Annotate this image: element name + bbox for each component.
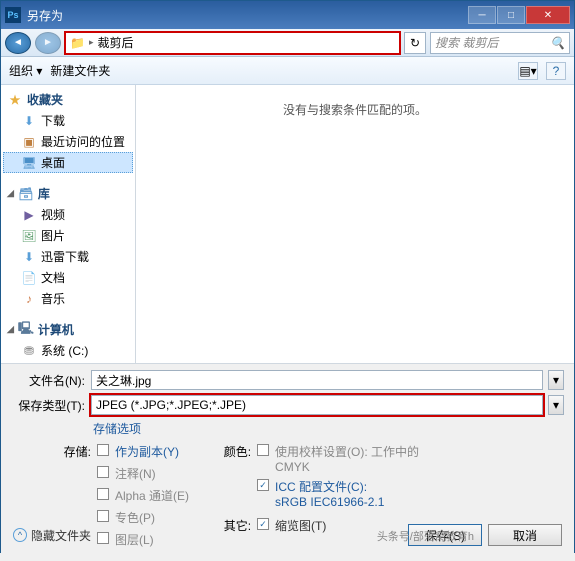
view-button[interactable]: ▤▾: [518, 62, 538, 80]
sidebar-item-music[interactable]: ♪音乐: [3, 288, 133, 309]
forward-button[interactable]: ►: [35, 32, 61, 54]
sidebar-computer-header[interactable]: ◢ 🖳 计算机: [3, 319, 133, 340]
filetype-dropdown-button[interactable]: ▾: [548, 395, 564, 415]
breadcrumb-folder: 裁剪后: [97, 34, 133, 51]
search-icon: 🔍: [550, 36, 565, 50]
toolbar: 组织 ▾ 新建文件夹 ▤▾ ?: [1, 57, 574, 85]
color-section-label: 颜色:: [219, 443, 251, 460]
recent-icon: ▣: [21, 135, 37, 149]
save-as-dialog: Ps 另存为 ─ □ ✕ ◄ ► 📁 ▸ 裁剪后 ↻ 搜索 裁剪后 🔍 组织 ▾…: [0, 0, 575, 553]
footer: ^ 隐藏文件夹 头条号/部落窝教育h 保存(S) 取消: [1, 524, 574, 546]
sidebar-item-recent[interactable]: ▣最近访问的位置: [3, 131, 133, 152]
download-icon: ⬇: [21, 114, 37, 128]
address-bar: ◄ ► 📁 ▸ 裁剪后 ↻ 搜索 裁剪后 🔍: [1, 29, 574, 57]
minimize-button[interactable]: ─: [468, 6, 496, 24]
desktop-icon: 🖥: [21, 156, 37, 170]
sidebar-item-xunlei[interactable]: ⬇迅雷下载: [3, 246, 133, 267]
sidebar-favorites-header[interactable]: ★ 收藏夹: [3, 89, 133, 110]
checkbox-icc[interactable]: ✓: [257, 479, 269, 491]
body: ★ 收藏夹 ⬇下载 ▣最近访问的位置 🖥桌面 ◢ 🗃 库 ▶视频 🖼图片 ⬇迅雷…: [1, 85, 574, 363]
filename-label: 文件名(N):: [11, 372, 85, 389]
chevron-up-icon: ^: [13, 528, 27, 542]
computer-icon: 🖳: [18, 323, 34, 337]
library-icon: 🗃: [18, 187, 34, 201]
download-icon: ⬇: [21, 250, 37, 264]
sidebar-item-videos[interactable]: ▶视频: [3, 204, 133, 225]
music-icon: ♪: [21, 292, 37, 306]
watermark: 头条号/部落窝教育h: [377, 528, 474, 544]
picture-icon: 🖼: [21, 229, 37, 243]
file-list[interactable]: 没有与搜索条件匹配的项。: [136, 85, 574, 363]
cancel-button[interactable]: 取消: [488, 524, 562, 546]
sidebar-item-pictures[interactable]: 🖼图片: [3, 225, 133, 246]
checkbox-proof: [257, 444, 269, 456]
empty-message: 没有与搜索条件匹配的项。: [283, 101, 427, 118]
storage-options-link[interactable]: 存储选项: [11, 420, 564, 437]
star-icon: ★: [7, 93, 23, 107]
sidebar-item-documents[interactable]: 📄文档: [3, 267, 133, 288]
maximize-button[interactable]: □: [497, 6, 525, 24]
filename-history-button[interactable]: ▾: [548, 370, 564, 390]
organize-menu[interactable]: 组织 ▾: [9, 62, 42, 79]
sidebar-item-drive-c[interactable]: ⛃系统 (C:): [3, 340, 133, 361]
save-section-label: 存储:: [59, 443, 91, 460]
back-button[interactable]: ◄: [5, 32, 31, 54]
sidebar-item-drive-d[interactable]: ⛃应用程序 (D:): [3, 361, 133, 363]
chevron-right-icon: ▸: [89, 37, 94, 48]
search-placeholder: 搜索 裁剪后: [435, 34, 498, 51]
sidebar-item-desktop[interactable]: 🖥桌面: [3, 152, 133, 173]
window-title: 另存为: [27, 7, 468, 24]
sidebar-item-downloads[interactable]: ⬇下载: [3, 110, 133, 131]
checkbox-alpha: [97, 488, 109, 500]
sidebar-libraries-header[interactable]: ◢ 🗃 库: [3, 183, 133, 204]
filetype-label: 保存类型(T):: [11, 397, 85, 414]
refresh-button[interactable]: ↻: [404, 32, 426, 54]
search-input[interactable]: 搜索 裁剪后 🔍: [430, 32, 570, 54]
filetype-select[interactable]: JPEG (*.JPG;*.JPEG;*.JPE): [91, 395, 543, 415]
app-icon: Ps: [5, 7, 21, 23]
new-folder-button[interactable]: 新建文件夹: [50, 62, 110, 79]
document-icon: 📄: [21, 271, 37, 285]
breadcrumb[interactable]: 📁 ▸ 裁剪后: [65, 32, 400, 54]
help-button[interactable]: ?: [546, 62, 566, 80]
filename-input[interactable]: 关之琳.jpg: [91, 370, 543, 390]
chevron-down-icon: ◢: [7, 324, 14, 335]
hide-folders-button[interactable]: ^ 隐藏文件夹: [13, 527, 91, 544]
close-button[interactable]: ✕: [526, 6, 570, 24]
checkbox-notes: [97, 466, 109, 478]
chevron-down-icon: ◢: [7, 188, 14, 199]
folder-icon: 📁: [70, 36, 85, 50]
sidebar: ★ 收藏夹 ⬇下载 ▣最近访问的位置 🖥桌面 ◢ 🗃 库 ▶视频 🖼图片 ⬇迅雷…: [1, 85, 136, 363]
drive-icon: ⛃: [21, 344, 37, 358]
video-icon: ▶: [21, 208, 37, 222]
checkbox-as-copy[interactable]: [97, 444, 109, 456]
checkbox-spot: [97, 510, 109, 522]
titlebar: Ps 另存为 ─ □ ✕: [1, 1, 574, 29]
